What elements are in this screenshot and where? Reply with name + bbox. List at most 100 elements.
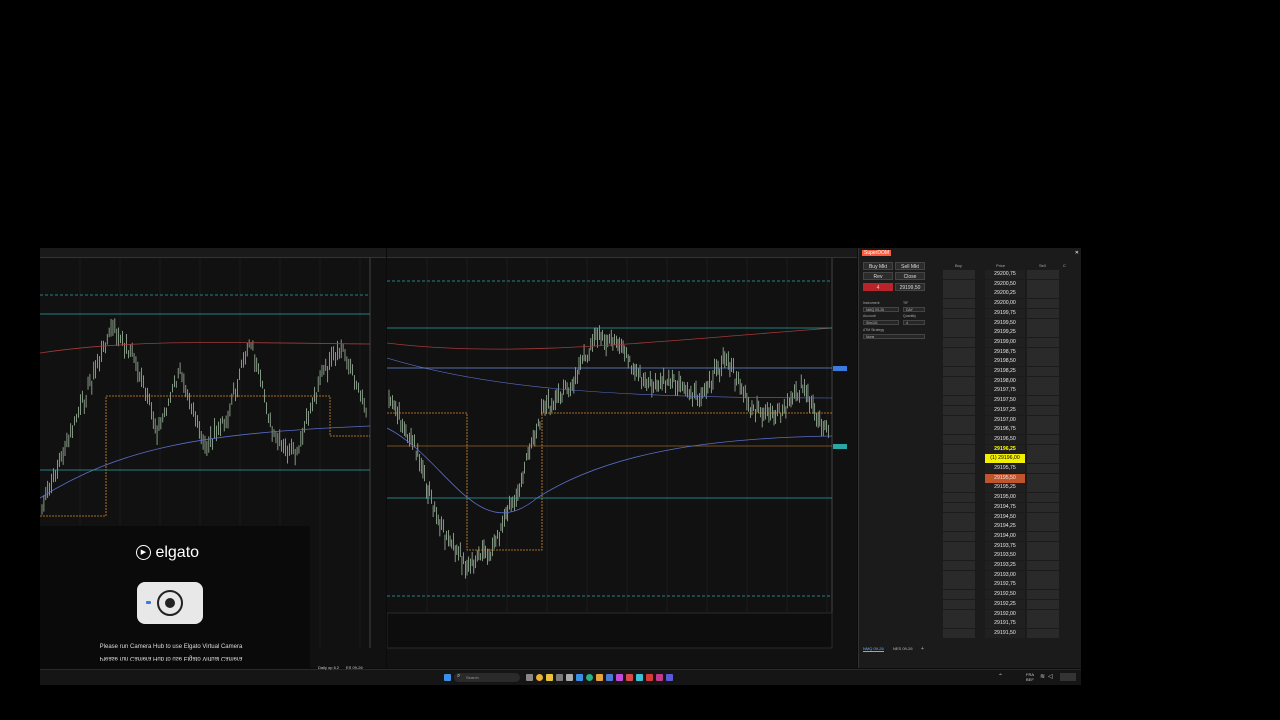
ladder-row[interactable]: 29197,00 [943, 415, 1059, 426]
bid-cell[interactable] [943, 279, 975, 289]
instrument-select[interactable]: NMQ 09-26 [863, 307, 899, 312]
bid-cell[interactable] [943, 434, 975, 444]
bid-cell[interactable] [943, 599, 975, 609]
ask-cell[interactable] [1027, 425, 1059, 435]
bid-cell[interactable] [943, 396, 975, 406]
ask-cell[interactable] [1027, 434, 1059, 444]
tab-nes[interactable]: NES 09-26 [893, 646, 913, 651]
ask-cell[interactable] [1027, 464, 1059, 473]
ladder-row[interactable]: 29191,75 [943, 619, 1059, 629]
chrome-icon[interactable] [536, 674, 543, 681]
bid-cell[interactable] [943, 628, 975, 638]
ladder-row[interactable]: 29193,75 [943, 541, 1059, 552]
ladder-row[interactable]: (1) 29196,00 [943, 454, 1059, 464]
ladder-row[interactable]: 29195,00 [943, 493, 1059, 503]
ask-cell[interactable] [1027, 318, 1059, 328]
ladder-row[interactable]: 29200,25 [943, 289, 1059, 299]
ladder-row[interactable]: 29192,75 [943, 580, 1059, 590]
ask-cell[interactable] [1027, 270, 1059, 279]
chevron-up-icon[interactable]: ⌃ [998, 673, 1003, 680]
bid-cell[interactable] [943, 318, 975, 328]
bid-cell[interactable] [943, 376, 975, 386]
ladder-row[interactable]: 29198,00 [943, 376, 1059, 387]
ladder-row[interactable]: 29198,50 [943, 357, 1059, 367]
language-indicator[interactable]: FRA BEF [1026, 672, 1034, 682]
add-tab-icon[interactable]: + [921, 646, 924, 652]
bid-cell[interactable] [943, 580, 975, 590]
bid-cell[interactable] [943, 386, 975, 396]
ladder-row[interactable]: 29199,25 [943, 328, 1059, 338]
ladder-row[interactable]: 29200,50 [943, 279, 1059, 290]
bid-cell[interactable] [943, 337, 975, 347]
windows-icon[interactable] [576, 674, 583, 681]
bid-cell[interactable] [943, 425, 975, 435]
ask-cell[interactable] [1027, 308, 1059, 318]
clock[interactable] [1060, 673, 1076, 681]
search-box[interactable]: ⌕ Search [454, 673, 520, 682]
bid-cell[interactable] [943, 502, 975, 512]
ask-cell[interactable] [1027, 580, 1059, 590]
bid-cell[interactable] [943, 328, 975, 338]
ladder-row[interactable]: 29199,75 [943, 308, 1059, 319]
ask-cell[interactable] [1027, 599, 1059, 609]
bid-cell[interactable] [943, 531, 975, 541]
ask-cell[interactable] [1027, 551, 1059, 561]
bid-cell[interactable] [943, 299, 975, 309]
app-icon-5[interactable] [626, 674, 633, 681]
main-price-chart[interactable] [387, 248, 857, 668]
bid-cell[interactable] [943, 405, 975, 415]
ask-cell[interactable] [1027, 483, 1059, 493]
ladder-row[interactable]: 29193,50 [943, 551, 1059, 561]
bid-cell[interactable] [943, 308, 975, 318]
ask-cell[interactable] [1027, 493, 1059, 503]
app-icon-4[interactable] [616, 674, 623, 681]
ladder-row[interactable]: 29196,75 [943, 425, 1059, 435]
ask-cell[interactable] [1027, 357, 1059, 367]
ask-cell[interactable] [1027, 396, 1059, 406]
ask-cell[interactable] [1027, 609, 1059, 619]
bid-cell[interactable] [943, 270, 975, 279]
start-icon[interactable] [444, 674, 451, 681]
ladder-row[interactable]: 29192,50 [943, 590, 1059, 600]
ladder-row[interactable]: 29193,25 [943, 561, 1059, 571]
ask-cell[interactable] [1027, 444, 1059, 454]
sell-market-button[interactable]: Sell Mkt [895, 262, 925, 270]
reverse-button[interactable]: Rev [863, 272, 893, 280]
ladder-row[interactable]: 29197,50 [943, 396, 1059, 406]
ask-cell[interactable] [1027, 512, 1059, 522]
ladder-row[interactable]: 29194,50 [943, 512, 1059, 523]
quantity-stepper[interactable]: 4 [903, 320, 925, 325]
atm-strategy-select[interactable]: None [863, 334, 925, 339]
chart-tab-daily[interactable]: Daily op 6.2 [318, 665, 339, 670]
ladder-row[interactable]: 29200,00 [943, 299, 1059, 309]
ask-cell[interactable] [1027, 541, 1059, 551]
ladder-row[interactable]: 29191,50 [943, 628, 1059, 639]
ask-cell[interactable] [1027, 473, 1059, 483]
edge-icon[interactable] [586, 674, 593, 681]
bid-cell[interactable] [943, 590, 975, 600]
ask-cell[interactable] [1027, 415, 1059, 425]
folder-icon[interactable] [596, 674, 603, 681]
ask-cell[interactable] [1027, 561, 1059, 570]
ladder-row[interactable]: 29192,00 [943, 609, 1059, 620]
wifi-icon[interactable]: ≋ [1040, 673, 1045, 680]
bid-cell[interactable] [943, 512, 975, 522]
ask-cell[interactable] [1027, 531, 1059, 541]
bid-cell[interactable] [943, 289, 975, 299]
ladder-row[interactable]: 29197,75 [943, 386, 1059, 396]
bid-cell[interactable] [943, 367, 975, 376]
bid-cell[interactable] [943, 483, 975, 493]
app-icon-7[interactable] [646, 674, 653, 681]
bid-cell[interactable] [943, 561, 975, 570]
bid-cell[interactable] [943, 541, 975, 551]
price-ladder[interactable]: 29200,75 29200,50 29200,25 29200,00 29199,75… [943, 270, 1075, 650]
file-explorer-icon[interactable] [546, 674, 553, 681]
bid-cell[interactable] [943, 570, 975, 580]
account-select[interactable]: Sim101 [863, 320, 899, 325]
ladder-row[interactable]: 129196,25 [943, 444, 1059, 455]
ladder-row[interactable]: 429195,75 [943, 464, 1059, 474]
volume-icon[interactable]: ◁ [1048, 673, 1053, 680]
bid-cell[interactable] [943, 415, 975, 425]
ladder-row[interactable]: 29195,25 [943, 483, 1059, 493]
close-position-button[interactable]: Close [895, 272, 925, 280]
